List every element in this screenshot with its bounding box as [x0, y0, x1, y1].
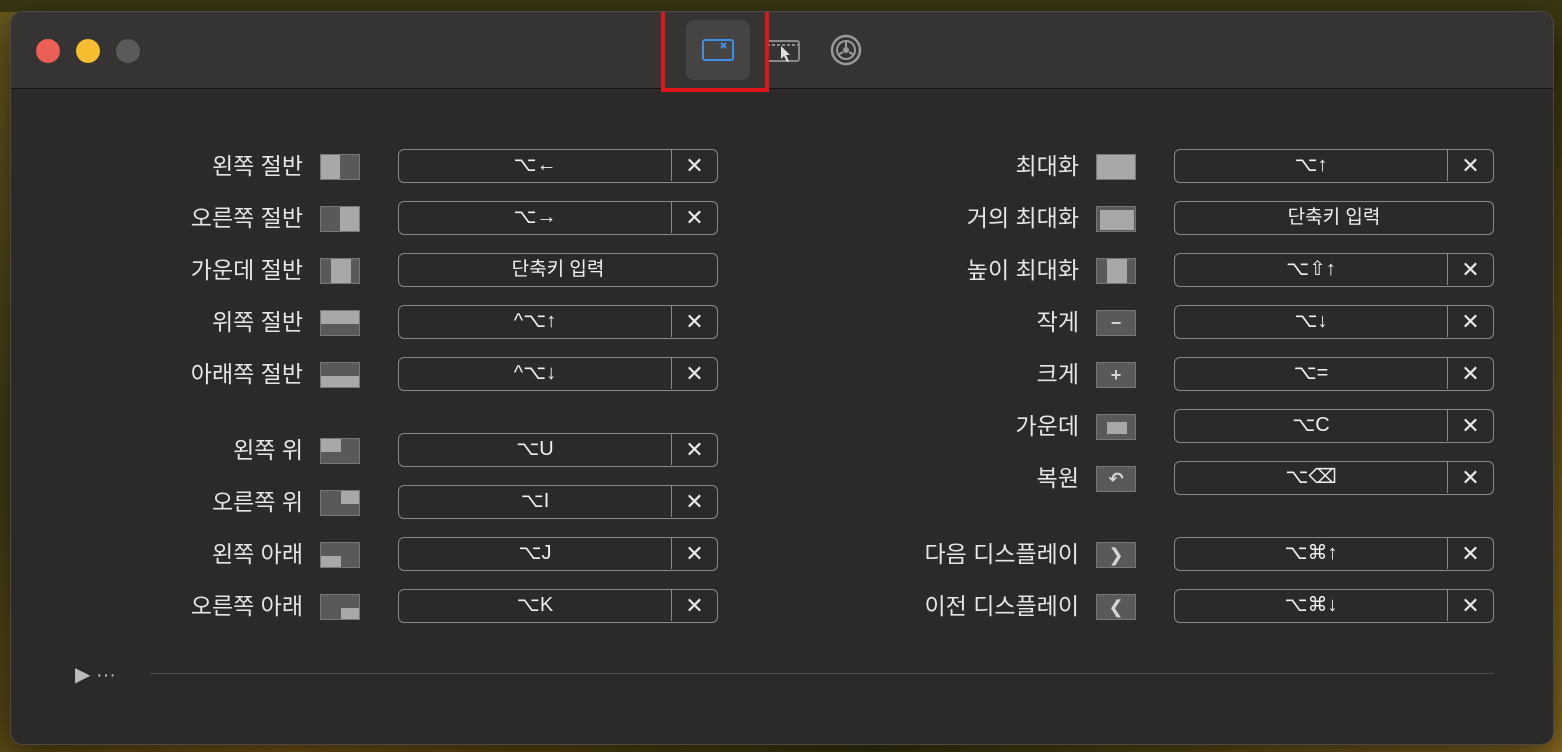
shortcut-key-value[interactable]: ⌥⌘↓ [1175, 590, 1448, 621]
shortcut-recorder[interactable]: ⌥⌘↓ ✕ [1174, 589, 1494, 623]
clear-shortcut-button[interactable]: ✕ [1448, 306, 1493, 337]
shortcut-label: 크게 [1036, 361, 1079, 387]
shortcut-placeholder[interactable]: 단축키 입력 [1175, 202, 1493, 233]
shortcut-key-value[interactable]: ⌥⌫ [1175, 462, 1448, 493]
window-layout-icon: ❯ [1096, 542, 1136, 568]
window-layout-icon: − [1096, 310, 1136, 336]
window-layout-icon [1096, 154, 1136, 180]
tab-snap-areas[interactable] [751, 20, 815, 80]
shortcut-recorder[interactable]: ⌥↑ ✕ [1174, 149, 1494, 183]
window-layout-icon [1096, 206, 1136, 232]
tab-general[interactable] [814, 20, 878, 80]
shortcut-row: 복원 ↶ ⌥⌫ ✕ [11, 461, 1553, 495]
shortcut-recorder[interactable]: ⌥= ✕ [1174, 357, 1494, 391]
shortcut-row: 최대화 ⌥↑ ✕ [11, 149, 1553, 183]
window-layout-icon [1096, 414, 1136, 440]
shortcut-key-value[interactable]: ⌥↓ [1175, 306, 1448, 337]
shortcut-recorder[interactable]: ⌥⇧↑ ✕ [1174, 253, 1494, 287]
window-layout-icon [1096, 258, 1136, 284]
shortcut-key-value[interactable]: ⌥= [1175, 358, 1448, 389]
minimize-window-button[interactable] [76, 39, 100, 63]
shortcut-label: 다음 디스플레이 [924, 541, 1079, 567]
shortcut-row: 작게 − ⌥↓ ✕ [11, 305, 1553, 339]
window-layout-icon: + [1096, 362, 1136, 388]
shortcut-label: 이전 디스플레이 [924, 593, 1079, 619]
clear-shortcut-button[interactable]: ✕ [1448, 462, 1493, 493]
zoom-window-button [116, 39, 140, 63]
shortcut-recorder[interactable]: ⌥⌘↑ ✕ [1174, 537, 1494, 571]
advanced-toggle[interactable]: ▶ ··· [75, 662, 116, 687]
shortcut-row: 크게 + ⌥= ✕ [11, 357, 1553, 391]
shortcut-label: 최대화 [1015, 153, 1079, 179]
shortcut-row: 가운데 ⌥C ✕ [11, 409, 1553, 443]
shortcut-label: 높이 최대화 [966, 257, 1079, 283]
shortcut-label: 가운데 [1015, 413, 1079, 439]
preferences-window: 왼쪽 절반 ⌥← ✕ 오른쪽 절반 ⌥→ ✕ 가운데 절반 단축키 입력 위쪽 절반 ^⌥↑ ✕ 아래… [11, 12, 1553, 744]
shortcut-row: 다음 디스플레이 ❯ ⌥⌘↑ ✕ [11, 537, 1553, 571]
clear-shortcut-button[interactable]: ✕ [1448, 150, 1493, 181]
clear-shortcut-button[interactable]: ✕ [1448, 538, 1493, 569]
clear-shortcut-button[interactable]: ✕ [1448, 590, 1493, 621]
shortcut-label: 거의 최대화 [966, 205, 1079, 231]
shortcut-recorder[interactable]: ⌥⌫ ✕ [1174, 461, 1494, 495]
shortcut-row: 이전 디스플레이 ❮ ⌥⌘↓ ✕ [11, 589, 1553, 623]
footer-divider [150, 673, 1494, 674]
shortcut-key-value[interactable]: ⌥C [1175, 410, 1448, 441]
clear-shortcut-button[interactable]: ✕ [1448, 254, 1493, 285]
shortcut-key-value[interactable]: ⌥⌘↑ [1175, 538, 1448, 569]
shortcut-key-value[interactable]: ⌥↑ [1175, 150, 1448, 181]
clear-shortcut-button[interactable]: ✕ [1448, 410, 1493, 441]
window-layout-icon: ↶ [1096, 466, 1136, 492]
gear-icon [830, 34, 862, 66]
window-layout-icon: ❮ [1096, 594, 1136, 620]
titlebar [11, 12, 1553, 92]
close-window-button[interactable] [36, 39, 60, 63]
tab-keyboard-shortcuts[interactable] [686, 20, 750, 80]
shortcut-row: 거의 최대화 단축키 입력 [11, 201, 1553, 235]
keyboard-shortcuts-icon [702, 39, 734, 61]
shortcut-row: 높이 최대화 ⌥⇧↑ ✕ [11, 253, 1553, 287]
clear-shortcut-button[interactable]: ✕ [1448, 358, 1493, 389]
shortcut-recorder[interactable]: 단축키 입력 [1174, 201, 1494, 235]
shortcut-label: 작게 [1036, 309, 1079, 335]
snap-areas-icon [766, 40, 800, 62]
shortcut-recorder[interactable]: ⌥C ✕ [1174, 409, 1494, 443]
shortcut-key-value[interactable]: ⌥⇧↑ [1175, 254, 1448, 285]
shortcut-label: 복원 [1036, 465, 1079, 491]
shortcut-recorder[interactable]: ⌥↓ ✕ [1174, 305, 1494, 339]
